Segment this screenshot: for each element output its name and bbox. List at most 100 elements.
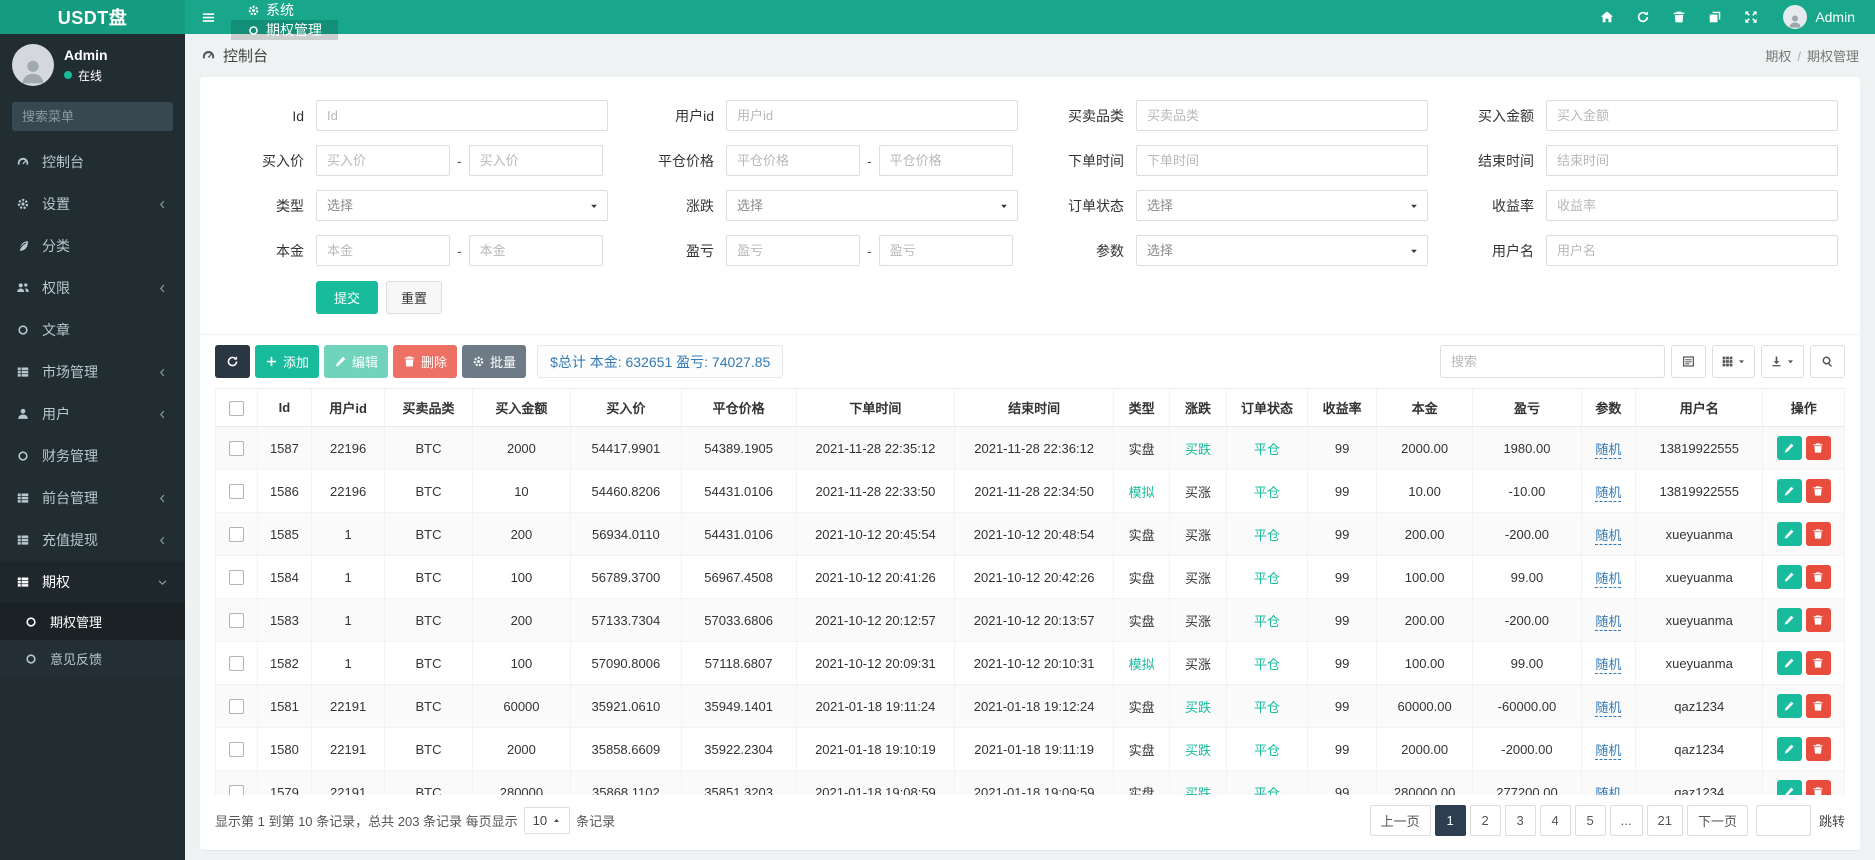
param-link[interactable]: 随机 [1595, 570, 1622, 588]
sidebar-item-充值提现[interactable]: 充值提现 [0, 519, 185, 561]
sidebar-item-控制台[interactable]: 控制台 [0, 141, 185, 183]
search-button[interactable] [1810, 345, 1845, 378]
row-edit-button[interactable] [1776, 608, 1802, 632]
sidebar-item-分类[interactable]: 分类 [0, 225, 185, 267]
row-edit-button[interactable] [1776, 565, 1802, 589]
row-checkbox[interactable] [228, 656, 244, 672]
row-edit-button[interactable] [1776, 479, 1802, 503]
filter-input-买入价-min[interactable] [316, 145, 450, 176]
filter-input-平仓价格-max[interactable] [878, 145, 1013, 176]
param-link[interactable]: 随机 [1595, 441, 1622, 459]
refresh-button[interactable] [1625, 0, 1661, 34]
sidebar-toggle-button[interactable] [185, 0, 231, 34]
param-link[interactable]: 随机 [1595, 527, 1622, 545]
sidebar-search-input[interactable] [12, 102, 173, 131]
row-checkbox[interactable] [228, 699, 244, 715]
param-link[interactable]: 随机 [1595, 484, 1622, 502]
filter-input-下单时间[interactable] [1136, 145, 1428, 176]
row-checkbox[interactable] [228, 527, 244, 543]
next-page-button[interactable]: 下一页 [1686, 805, 1748, 836]
detail-view-button[interactable] [1671, 345, 1706, 378]
row-checkbox[interactable] [228, 742, 244, 758]
modules-button[interactable] [1697, 0, 1733, 34]
page-button-1[interactable]: 1 [1434, 805, 1466, 836]
filter-input-买卖品类[interactable] [1136, 100, 1428, 131]
page-button-2[interactable]: 2 [1469, 805, 1501, 836]
home-button[interactable] [1589, 0, 1625, 34]
sidebar-item-权限[interactable]: 权限 [0, 267, 185, 309]
sidebar-item-市场管理[interactable]: 市场管理 [0, 351, 185, 393]
filter-input-本金-min[interactable] [316, 235, 450, 266]
row-edit-button[interactable] [1776, 522, 1802, 546]
trash-button[interactable] [1661, 0, 1697, 34]
row-checkbox[interactable] [228, 441, 244, 457]
filter-input-用户id[interactable] [726, 100, 1018, 131]
sidebar-item-文章[interactable]: 文章 [0, 309, 185, 351]
brand-logo[interactable]: USDT盘 [0, 0, 185, 34]
filter-input-用户名[interactable] [1546, 235, 1838, 266]
filter-select-类型[interactable]: 选择 [316, 190, 608, 221]
refresh-button[interactable] [215, 345, 250, 378]
param-link[interactable]: 随机 [1595, 785, 1622, 795]
filter-input-买入金额[interactable] [1546, 100, 1838, 131]
sidebar-item-用户[interactable]: 用户 [0, 393, 185, 435]
page-button-4[interactable]: 4 [1539, 805, 1571, 836]
row-edit-button[interactable] [1776, 436, 1802, 460]
row-delete-button[interactable] [1805, 522, 1831, 546]
page-button-5[interactable]: 5 [1574, 805, 1606, 836]
filter-select-参数[interactable]: 选择 [1136, 235, 1428, 266]
param-link[interactable]: 随机 [1595, 656, 1622, 674]
sidebar-item-期权[interactable]: 期权 [0, 561, 185, 603]
row-edit-button[interactable] [1776, 694, 1802, 718]
sidebar-item-前台管理[interactable]: 前台管理 [0, 477, 185, 519]
row-delete-button[interactable] [1805, 694, 1831, 718]
page-jump-button[interactable]: 跳转 [1819, 811, 1845, 830]
filter-input-盈亏-min[interactable] [726, 235, 860, 266]
filter-select-订单状态[interactable]: 选择 [1136, 190, 1428, 221]
submit-button[interactable]: 提交 [316, 281, 379, 314]
fullscreen-button[interactable] [1733, 0, 1769, 34]
row-delete-button[interactable] [1805, 737, 1831, 761]
select-all-checkbox[interactable] [228, 400, 244, 416]
breadcrumb-item[interactable]: 期权 [1765, 49, 1791, 64]
filter-input-盈亏-max[interactable] [878, 235, 1013, 266]
export-button[interactable] [1761, 345, 1804, 378]
row-checkbox[interactable] [228, 570, 244, 586]
row-checkbox[interactable] [228, 785, 244, 795]
filter-input-买入价-max[interactable] [468, 145, 603, 176]
row-delete-button[interactable] [1805, 479, 1831, 503]
edit-button[interactable]: 编辑 [324, 345, 389, 378]
prev-page-button[interactable]: 上一页 [1369, 805, 1431, 836]
sidebar-item-财务管理[interactable]: 财务管理 [0, 435, 185, 477]
param-link[interactable]: 随机 [1595, 699, 1622, 717]
sidebar-item-设置[interactable]: 设置 [0, 183, 185, 225]
filter-input-本金-max[interactable] [468, 235, 603, 266]
top-nav-tab-0[interactable]: 系统 [231, 0, 338, 20]
row-delete-button[interactable] [1805, 608, 1831, 632]
sidebar-subitem-意见反馈[interactable]: 意见反馈 [0, 640, 185, 677]
param-link[interactable]: 随机 [1595, 742, 1622, 760]
filter-input-结束时间[interactable] [1546, 145, 1838, 176]
columns-button[interactable] [1712, 345, 1755, 378]
row-delete-button[interactable] [1805, 780, 1831, 795]
page-button-21[interactable]: 21 [1646, 805, 1683, 836]
user-menu[interactable]: Admin [1773, 5, 1861, 29]
batch-button[interactable]: 批量 [462, 345, 527, 378]
filter-input-Id[interactable] [316, 100, 608, 131]
sidebar-subitem-期权管理[interactable]: 期权管理 [0, 603, 185, 640]
filter-select-涨跌[interactable]: 选择 [726, 190, 1018, 221]
filter-input-平仓价格-min[interactable] [726, 145, 860, 176]
row-checkbox[interactable] [228, 484, 244, 500]
page-button-...[interactable]: ... [1609, 805, 1643, 836]
row-edit-button[interactable] [1776, 651, 1802, 675]
row-edit-button[interactable] [1776, 780, 1802, 795]
row-edit-button[interactable] [1776, 737, 1802, 761]
add-button[interactable]: 添加 [255, 345, 320, 378]
delete-button[interactable]: 删除 [393, 345, 458, 378]
filter-input-收益率[interactable] [1546, 190, 1838, 221]
row-delete-button[interactable] [1805, 565, 1831, 589]
row-checkbox[interactable] [228, 613, 244, 629]
row-delete-button[interactable] [1805, 651, 1831, 675]
page-button-3[interactable]: 3 [1504, 805, 1536, 836]
reset-button[interactable]: 重置 [386, 281, 443, 314]
